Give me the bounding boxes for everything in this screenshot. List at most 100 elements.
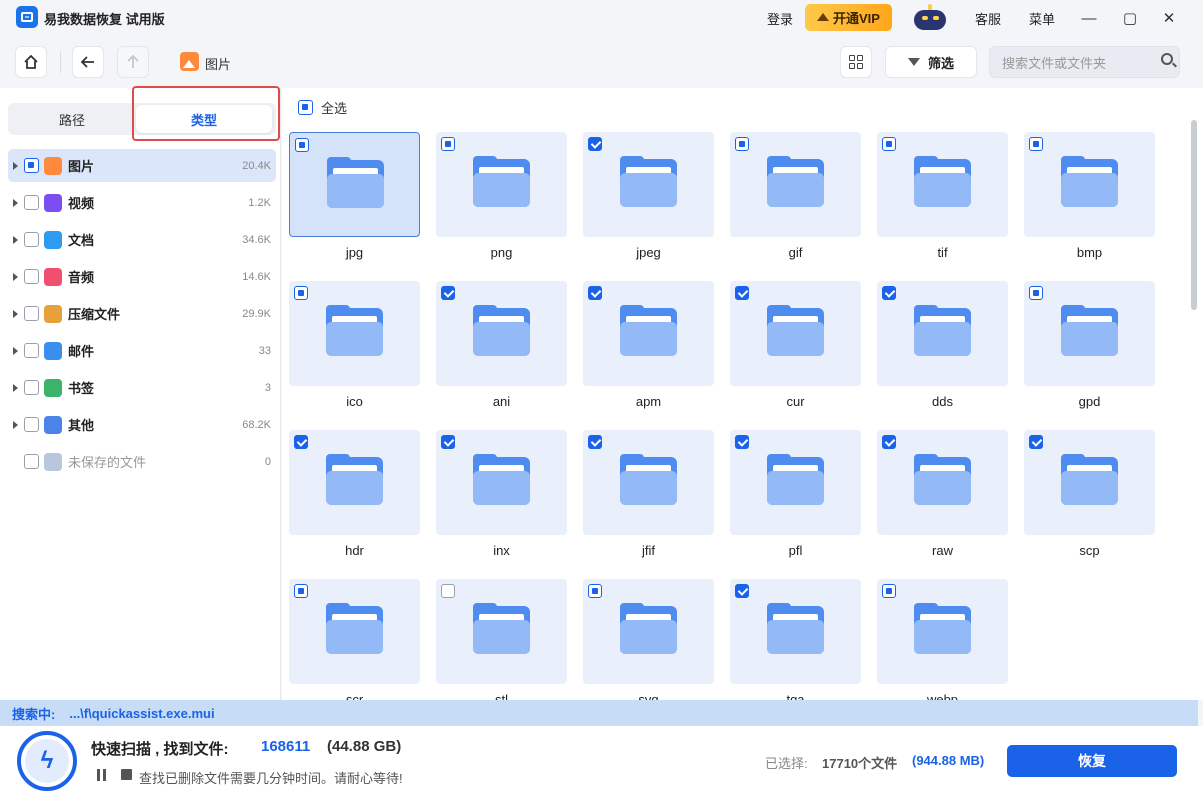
maximize-icon[interactable]: ▢ xyxy=(1118,6,1142,30)
tile-checkbox[interactable] xyxy=(588,584,602,598)
tile-checkbox[interactable] xyxy=(1029,137,1043,151)
file-type-tile[interactable] xyxy=(1024,281,1155,386)
tile-checkbox[interactable] xyxy=(882,286,896,300)
tile-checkbox[interactable] xyxy=(295,138,309,152)
category-checkbox[interactable] xyxy=(24,417,39,432)
stop-icon[interactable] xyxy=(121,769,132,780)
select-all-checkbox[interactable] xyxy=(298,100,313,115)
back-button[interactable] xyxy=(72,46,104,78)
search-box[interactable] xyxy=(989,46,1180,78)
file-type-tile[interactable] xyxy=(289,281,420,386)
vip-button[interactable]: 开通VIP xyxy=(805,4,892,31)
file-type-tile[interactable] xyxy=(877,281,1008,386)
sidebar-item-unsaved-file[interactable]: 未保存的文件 0 xyxy=(8,445,276,478)
minimize-icon[interactable]: — xyxy=(1077,6,1101,30)
assistant-robot-icon[interactable] xyxy=(910,2,950,32)
tile-checkbox[interactable] xyxy=(294,286,308,300)
close-icon[interactable]: ✕ xyxy=(1157,6,1181,30)
expand-caret-icon[interactable] xyxy=(13,309,18,318)
file-type-tile[interactable] xyxy=(730,281,861,386)
sidebar-item-count: 0 xyxy=(264,455,271,468)
category-checkbox[interactable] xyxy=(24,380,39,395)
tile-checkbox[interactable] xyxy=(882,584,896,598)
tile-checkbox[interactable] xyxy=(882,137,896,151)
sidebar-item-mail[interactable]: 邮件 33 xyxy=(8,334,276,367)
file-type-tile[interactable] xyxy=(1024,430,1155,535)
file-type-tile[interactable] xyxy=(583,132,714,237)
tile-checkbox[interactable] xyxy=(441,286,455,300)
file-type-tile[interactable] xyxy=(436,132,567,237)
search-icon[interactable] xyxy=(1161,53,1173,65)
select-all[interactable]: 全选 xyxy=(298,98,347,117)
sidebar-item-video[interactable]: 视频 1.2K xyxy=(8,186,276,219)
file-type-tile[interactable] xyxy=(877,132,1008,237)
category-checkbox[interactable] xyxy=(24,232,39,247)
customer-service-link[interactable]: 客服 xyxy=(975,9,1001,28)
tile-checkbox[interactable] xyxy=(588,286,602,300)
file-type-tile[interactable] xyxy=(730,430,861,535)
file-type-tile[interactable] xyxy=(583,281,714,386)
expand-caret-icon[interactable] xyxy=(13,235,18,244)
pause-icon[interactable] xyxy=(96,769,108,781)
folder-icon xyxy=(620,305,677,356)
file-type-tile[interactable] xyxy=(289,579,420,684)
sidebar-item-other-folder[interactable]: 其他 68.2K xyxy=(8,408,276,441)
tile-checkbox[interactable] xyxy=(1029,286,1043,300)
sidebar-item-label: 其他 xyxy=(68,418,95,433)
category-checkbox[interactable] xyxy=(24,269,39,284)
expand-caret-icon[interactable] xyxy=(13,420,18,429)
sidebar-item-archive[interactable]: 压缩文件 29.9K xyxy=(8,297,276,330)
file-type-tile[interactable] xyxy=(289,132,420,237)
file-type-label: svg xyxy=(638,692,659,700)
tile-checkbox[interactable] xyxy=(441,584,455,598)
login-link[interactable]: 登录 xyxy=(767,9,793,28)
sidebar-item-document[interactable]: 文档 34.6K xyxy=(8,223,276,256)
tile-checkbox[interactable] xyxy=(441,435,455,449)
file-type-tile[interactable] xyxy=(436,430,567,535)
file-type-tile[interactable] xyxy=(583,430,714,535)
category-checkbox[interactable] xyxy=(24,454,39,469)
category-checkbox[interactable] xyxy=(24,343,39,358)
home-button[interactable] xyxy=(15,46,47,78)
expand-caret-icon[interactable] xyxy=(13,161,18,170)
file-type-tile[interactable] xyxy=(1024,132,1155,237)
category-checkbox[interactable] xyxy=(24,158,39,173)
file-type-tile[interactable] xyxy=(583,579,714,684)
file-type-tile[interactable] xyxy=(730,579,861,684)
expand-caret-icon[interactable] xyxy=(13,198,18,207)
search-input[interactable] xyxy=(1002,53,1152,73)
sidebar-item-bookmark[interactable]: 书签 3 xyxy=(8,371,276,404)
file-type-tile[interactable] xyxy=(436,281,567,386)
category-checkbox[interactable] xyxy=(24,195,39,210)
category-checkbox[interactable] xyxy=(24,306,39,321)
tile-checkbox[interactable] xyxy=(588,435,602,449)
sidebar-item-audio[interactable]: 音频 14.6K xyxy=(8,260,276,293)
tab-type[interactable]: 类型 xyxy=(136,105,272,133)
expand-caret-icon[interactable] xyxy=(13,346,18,355)
tab-path[interactable]: 路径 xyxy=(8,103,136,135)
recover-button[interactable]: 恢复 xyxy=(1007,745,1177,777)
expand-caret-icon[interactable] xyxy=(13,272,18,281)
file-type-tile[interactable] xyxy=(877,579,1008,684)
tile-checkbox[interactable] xyxy=(735,286,749,300)
filter-button[interactable]: 筛选 xyxy=(885,46,977,78)
expand-caret-icon[interactable] xyxy=(13,383,18,392)
file-type-tile[interactable] xyxy=(730,132,861,237)
tile-checkbox[interactable] xyxy=(735,584,749,598)
file-type-tile[interactable] xyxy=(436,579,567,684)
file-type-tile[interactable] xyxy=(877,430,1008,535)
tile-checkbox[interactable] xyxy=(735,435,749,449)
menu-link[interactable]: 菜单 xyxy=(1029,9,1055,28)
tile-checkbox[interactable] xyxy=(588,137,602,151)
scrollbar-thumb[interactable] xyxy=(1191,120,1197,310)
tile-checkbox[interactable] xyxy=(441,137,455,151)
sidebar-item-image[interactable]: 图片 20.4K xyxy=(8,149,276,182)
grid-view-button[interactable] xyxy=(840,46,872,78)
tile-checkbox[interactable] xyxy=(882,435,896,449)
tile-checkbox[interactable] xyxy=(735,137,749,151)
file-type-tile[interactable] xyxy=(289,430,420,535)
tile-checkbox[interactable] xyxy=(294,584,308,598)
up-button[interactable] xyxy=(117,46,149,78)
tile-checkbox[interactable] xyxy=(1029,435,1043,449)
tile-checkbox[interactable] xyxy=(294,435,308,449)
